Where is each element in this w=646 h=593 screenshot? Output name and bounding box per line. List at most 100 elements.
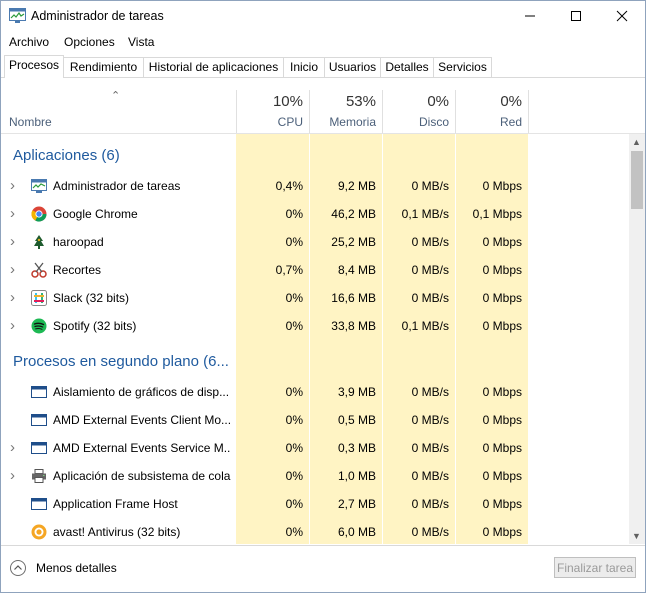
- header-disk[interactable]: 0% Disco: [383, 78, 455, 133]
- tab-inicio[interactable]: Inicio: [283, 57, 325, 77]
- printer-icon: [31, 468, 47, 484]
- process-name: haroopad: [53, 235, 104, 249]
- process-network-value: 0 Mbps: [482, 179, 522, 193]
- process-row[interactable]: › Google Chrome 0% 46,2 MB 0,1 MB/s 0,1 Mbps: [1, 200, 528, 228]
- process-row[interactable]: › Spotify (32 bits) 0% 33,8 MB 0,1 MB/s 0 Mbp…: [1, 312, 528, 340]
- maximize-button[interactable]: [553, 1, 599, 31]
- header-memory[interactable]: 53% Memoria: [310, 78, 382, 133]
- process-disk-value: 0,1 MB/s: [401, 319, 449, 333]
- scroll-thumb[interactable]: [631, 151, 643, 209]
- expand-chevron-icon[interactable]: ›: [10, 172, 15, 200]
- close-button[interactable]: [599, 1, 645, 31]
- process-row[interactable]: › Administrador de tareas 0,4% 9,2 MB 0 MB/s…: [1, 172, 528, 200]
- expand-chevron-icon[interactable]: ›: [10, 434, 15, 462]
- menu-archivo[interactable]: Archivo: [9, 35, 49, 49]
- process-cpu-value: 0%: [285, 441, 303, 455]
- process-disk-value: 0 MB/s: [411, 291, 449, 305]
- tab-detalles[interactable]: Detalles: [380, 57, 434, 77]
- process-network-value: 0 Mbps: [482, 291, 522, 305]
- process-name: AMD External Events Service M...: [53, 441, 231, 455]
- tab-servicios[interactable]: Servicios: [433, 57, 492, 77]
- expand-chevron-icon[interactable]: ›: [10, 200, 15, 228]
- group-apps-heading[interactable]: Aplicaciones (6): [13, 147, 120, 164]
- menu-vista[interactable]: Vista: [128, 35, 154, 49]
- expand-chevron-icon[interactable]: ›: [10, 312, 15, 340]
- window-title: Administrador de tareas: [31, 9, 164, 23]
- process-network-value: 0 Mbps: [482, 413, 522, 427]
- process-row[interactable]: › AMD External Events Service M... 0% 0,3 M…: [1, 434, 528, 462]
- process-row[interactable]: › Aplicación de subsistema de cola 0% 1,0 M…: [1, 462, 528, 490]
- title-bar[interactable]: Administrador de tareas: [1, 1, 645, 31]
- menu-bar: Archivo Opciones Vista: [1, 32, 645, 52]
- vertical-scrollbar[interactable]: ▲ ▼: [629, 134, 645, 544]
- process-row[interactable]: › haroopad 0% 25,2 MB 0 MB/s 0 Mbps: [1, 228, 528, 256]
- process-disk-value: 0 MB/s: [411, 497, 449, 511]
- process-row[interactable]: avast! Antivirus (32 bits) 0% 6,0 MB 0 MB/s…: [1, 518, 528, 544]
- process-network-value: 0 Mbps: [482, 469, 522, 483]
- disk-percent: 0%: [427, 93, 449, 110]
- tab-strip: Procesos Rendimiento Historial de aplica…: [1, 55, 645, 78]
- header-network[interactable]: 0% Red: [456, 78, 528, 133]
- process-network-value: 0 Mbps: [482, 441, 522, 455]
- process-window-icon: [31, 496, 47, 512]
- process-memory-value: 33,8 MB: [331, 319, 376, 333]
- process-disk-value: 0 MB/s: [411, 235, 449, 249]
- tab-procesos[interactable]: Procesos: [4, 55, 64, 78]
- memory-label: Memoria: [329, 115, 376, 129]
- process-name: Slack (32 bits): [53, 291, 130, 305]
- expand-chevron-icon[interactable]: ›: [10, 284, 15, 312]
- process-row[interactable]: Application Frame Host 0% 2,7 MB 0 MB/s 0 Mb…: [1, 490, 528, 518]
- process-cpu-value: 0%: [285, 385, 303, 399]
- process-memory-value: 25,2 MB: [331, 235, 376, 249]
- process-cpu-value: 0%: [285, 319, 303, 333]
- slack-icon: [31, 290, 47, 306]
- process-row[interactable]: › Recortes 0,7% 8,4 MB 0 MB/s 0 Mbps: [1, 256, 528, 284]
- disk-label: Disco: [418, 115, 449, 129]
- network-label: Red: [499, 115, 522, 129]
- process-cpu-value: 0,4%: [275, 179, 303, 193]
- header-cpu[interactable]: 10% CPU: [237, 78, 309, 133]
- process-cpu-value: 0,7%: [275, 263, 303, 277]
- spotify-icon: [31, 318, 47, 334]
- tab-rendimiento[interactable]: Rendimiento: [63, 57, 144, 77]
- expand-chevron-icon[interactable]: ›: [10, 462, 15, 490]
- process-row[interactable]: Aislamiento de gráficos de disp... 0% 3,9 …: [1, 378, 528, 406]
- expand-chevron-icon[interactable]: ›: [10, 228, 15, 256]
- process-row[interactable]: AMD External Events Client Mo... 0% 0,5 MB…: [1, 406, 528, 434]
- scroll-down-icon[interactable]: ▼: [632, 531, 641, 541]
- column-headers: ⌃ Nombre 10% CPU 53% Memoria 0% Disco 0%…: [1, 78, 645, 134]
- process-disk-value: 0 MB/s: [411, 263, 449, 277]
- process-name: Aplicación de subsistema de cola: [53, 469, 231, 483]
- less-details-link[interactable]: Menos detalles: [36, 561, 117, 575]
- process-window-icon: [31, 412, 47, 428]
- header-name[interactable]: ⌃ Nombre: [1, 78, 236, 133]
- collapse-details-icon[interactable]: [10, 560, 26, 576]
- expand-chevron-icon[interactable]: ›: [10, 256, 15, 284]
- process-memory-value: 8,4 MB: [337, 263, 376, 277]
- process-disk-value: 0 MB/s: [411, 525, 449, 539]
- process-memory-value: 2,7 MB: [337, 497, 376, 511]
- process-memory-value: 9,2 MB: [337, 179, 376, 193]
- process-cpu-value: 0%: [285, 207, 303, 221]
- process-disk-value: 0 MB/s: [411, 385, 449, 399]
- task-manager-icon: [9, 8, 26, 23]
- group-background-heading[interactable]: Procesos en segundo plano (6...: [13, 353, 229, 370]
- end-task-button[interactable]: Finalizar tarea: [554, 557, 636, 578]
- tab-usuarios[interactable]: Usuarios: [324, 57, 381, 77]
- process-row[interactable]: › Slack (32 bits) 0% 16,6 MB 0 MB/s 0 Mbps: [1, 284, 528, 312]
- process-list: Aplicaciones (6) Procesos en segundo pla…: [1, 134, 628, 544]
- avast-icon: [31, 524, 47, 540]
- scroll-up-icon[interactable]: ▲: [632, 137, 641, 147]
- footer-bar: Menos detalles Finalizar tarea: [1, 545, 645, 592]
- menu-opciones[interactable]: Opciones: [64, 35, 115, 49]
- minimize-button[interactable]: [507, 1, 553, 31]
- process-memory-value: 3,9 MB: [337, 385, 376, 399]
- sort-up-icon: ⌃: [111, 90, 121, 102]
- network-percent: 0%: [500, 93, 522, 110]
- task-manager-window: Administrador de tareas Archivo Opciones…: [0, 0, 646, 593]
- process-memory-value: 6,0 MB: [337, 525, 376, 539]
- cpu-label: CPU: [277, 115, 303, 129]
- process-network-value: 0 Mbps: [482, 235, 522, 249]
- tab-historial[interactable]: Historial de aplicaciones: [143, 57, 284, 77]
- snipping-tool-icon: [31, 262, 47, 278]
